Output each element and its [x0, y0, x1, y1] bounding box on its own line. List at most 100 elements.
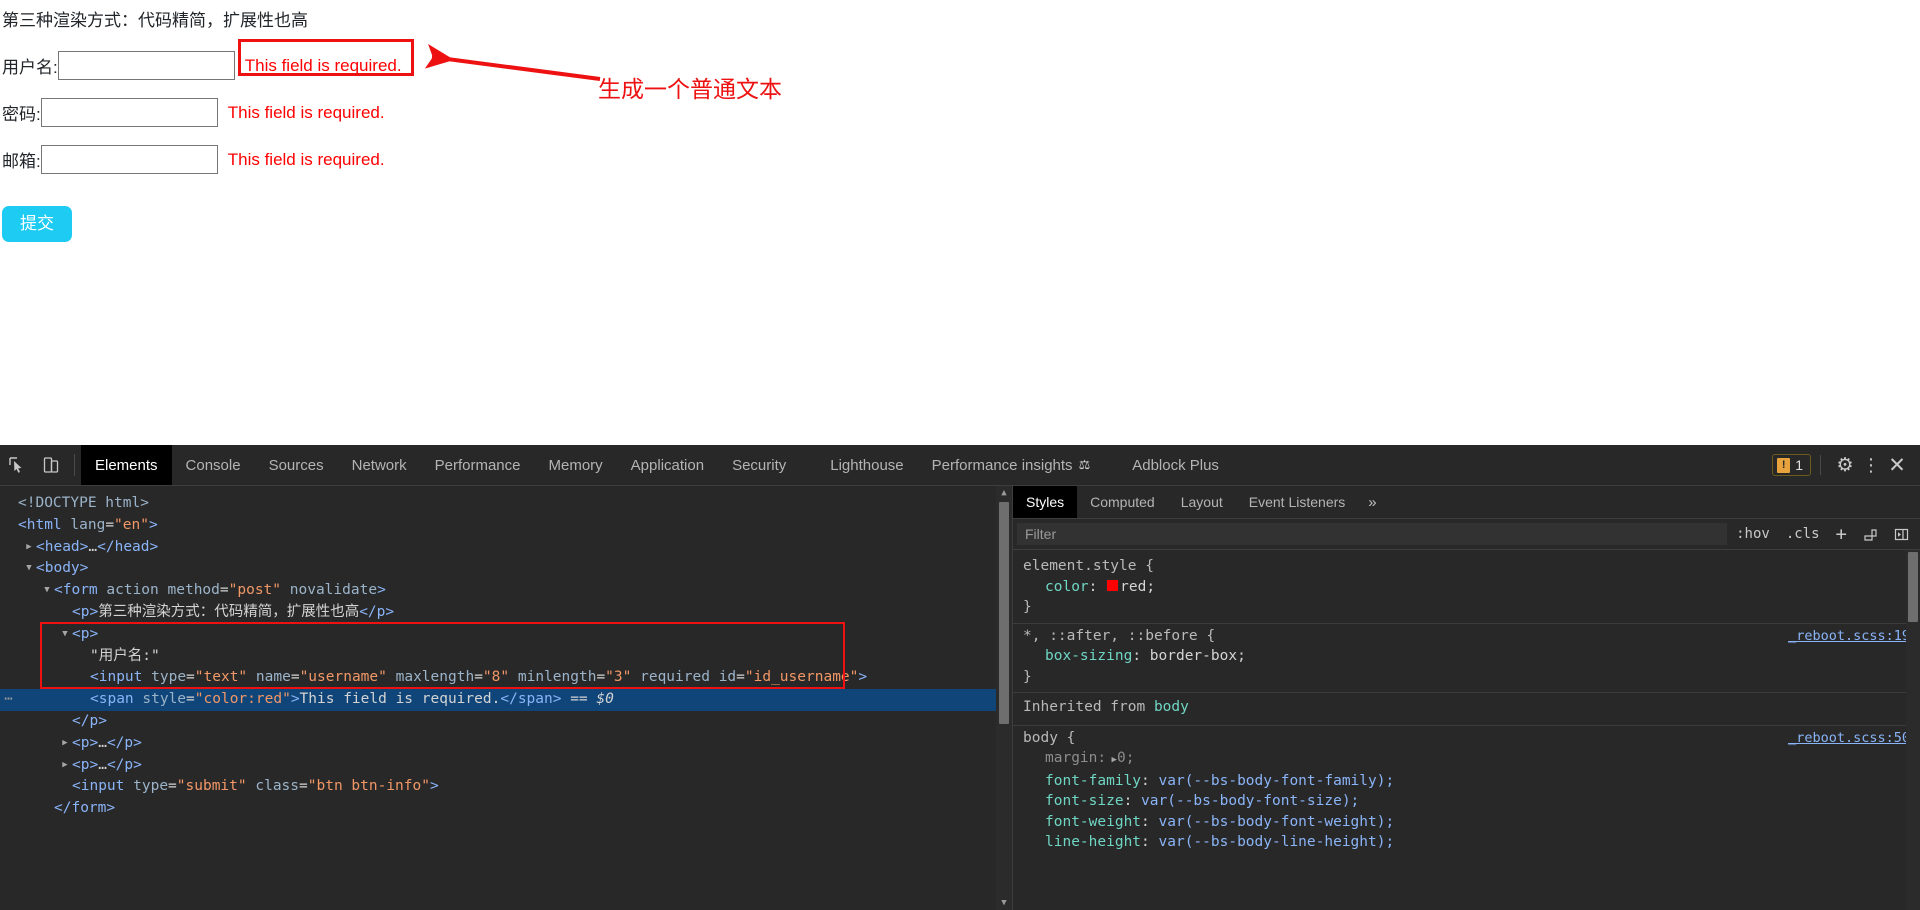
- tab-elements[interactable]: Elements: [81, 445, 172, 485]
- tab-performance-insights[interactable]: Performance insights ⚖: [918, 445, 1105, 485]
- dom-tree-node[interactable]: <p>第三种渲染方式：代码精简，扩展性也高</p>: [0, 602, 1012, 624]
- styles-tab-computed[interactable]: Computed: [1077, 486, 1168, 518]
- css-property-value[interactable]: red: [1120, 579, 1146, 595]
- css-property-name[interactable]: font-family: [1045, 773, 1141, 789]
- kebab-menu-icon[interactable]: ⋮: [1860, 455, 1882, 476]
- css-property-value[interactable]: var(--bs-body-font-family);: [1159, 773, 1395, 789]
- css-source-link[interactable]: _reboot.scss:19: [1788, 626, 1910, 647]
- css-rule-element-style[interactable]: element.style { color: red; }: [1013, 554, 1920, 620]
- computed-styles-sidebar-icon[interactable]: [1856, 527, 1885, 542]
- more-tabs-icon[interactable]: »: [1358, 486, 1386, 518]
- scroll-down-icon[interactable]: ▼: [996, 896, 1012, 910]
- css-rule-universal[interactable]: _reboot.scss:19 *, ::after, ::before { b…: [1013, 624, 1920, 690]
- dom-tree-node[interactable]: ▼ <body>: [0, 558, 1012, 580]
- dom-tree-node[interactable]: ▼ <form action method="post" novalidate>: [0, 580, 1012, 602]
- css-selector: element.style: [1023, 558, 1137, 574]
- tab-security[interactable]: Security: [718, 445, 800, 485]
- css-property-value[interactable]: var(--bs-body-font-weight);: [1159, 814, 1395, 830]
- css-property-value[interactable]: 0: [1117, 750, 1126, 766]
- warning-badge[interactable]: ! 1: [1772, 454, 1811, 476]
- device-toolbar-icon[interactable]: [34, 445, 68, 485]
- tab-lighthouse[interactable]: Lighthouse: [800, 445, 917, 485]
- cls-button[interactable]: .cls: [1779, 526, 1827, 542]
- styles-tab-event-listeners[interactable]: Event Listeners: [1236, 486, 1359, 518]
- tab-application[interactable]: Application: [617, 445, 718, 485]
- expand-node-icon[interactable]: ▶: [59, 755, 71, 777]
- new-style-rule-button[interactable]: +: [1829, 523, 1854, 545]
- css-property-name[interactable]: font-size: [1045, 793, 1124, 809]
- collapse-node-icon[interactable]: ▼: [59, 624, 71, 646]
- toolbar-divider: [74, 454, 75, 476]
- css-property-name[interactable]: font-weight: [1045, 814, 1141, 830]
- dom-tree-node[interactable]: ⋯ <span style="color:red">This field is r…: [0, 689, 1012, 711]
- input-username[interactable]: [57, 51, 235, 80]
- tab-network[interactable]: Network: [338, 445, 421, 485]
- expand-node-icon[interactable]: ▶: [23, 537, 35, 559]
- styles-scrollbar[interactable]: [1906, 550, 1920, 910]
- css-property-value[interactable]: var(--bs-body-line-height);: [1159, 834, 1395, 850]
- collapse-node-icon[interactable]: ▼: [41, 580, 53, 602]
- label-password: 密码:: [2, 105, 41, 124]
- devtools-panel: Elements Console Sources Network Perform…: [0, 445, 1920, 910]
- dom-tree-node[interactable]: ▼ <p>: [0, 624, 1012, 646]
- dom-tree-node[interactable]: "用户名:": [0, 646, 1012, 668]
- close-icon[interactable]: ✕: [1882, 453, 1912, 478]
- dom-tree-node[interactable]: </p>: [0, 711, 1012, 733]
- dom-tree-pane[interactable]: <!DOCTYPE html> <html lang="en"> ▶ <head>…<…: [0, 486, 1012, 910]
- dom-tree-node[interactable]: ▶ <p>…</p>: [0, 755, 1012, 777]
- tab-memory[interactable]: Memory: [535, 445, 617, 485]
- gear-icon[interactable]: ⚙: [1830, 454, 1860, 477]
- node-badge-icon[interactable]: ⋯: [0, 689, 18, 711]
- tab-console[interactable]: Console: [172, 445, 255, 485]
- scroll-up-icon[interactable]: ▲: [996, 486, 1012, 500]
- submit-button[interactable]: 提交: [2, 205, 72, 242]
- styles-rules-list: element.style { color: red; } _reboot.sc…: [1013, 550, 1920, 910]
- tab-label: Network: [351, 456, 407, 474]
- styles-filter-input[interactable]: [1017, 523, 1728, 545]
- dom-tree-node[interactable]: <input type="submit" class="btn btn-info…: [0, 776, 1012, 798]
- toolbar-divider-right: [1820, 455, 1821, 475]
- error-email: This field is required.: [227, 149, 385, 169]
- css-rule-body[interactable]: _reboot.scss:50 body { margin: ▶0; font-…: [1013, 726, 1920, 855]
- warning-count: 1: [1795, 457, 1803, 473]
- css-property-name[interactable]: margin: [1045, 750, 1097, 766]
- dom-tree-node[interactable]: </form>: [0, 798, 1012, 820]
- inherited-from-target[interactable]: body: [1154, 699, 1189, 715]
- color-swatch[interactable]: [1106, 578, 1120, 592]
- input-password[interactable]: [40, 98, 218, 127]
- expand-node-icon[interactable]: ▶: [59, 733, 71, 755]
- styles-tab-layout[interactable]: Layout: [1168, 486, 1236, 518]
- toggle-sidebar-icon[interactable]: [1887, 527, 1916, 542]
- dom-tree-node[interactable]: ▶ <p>…</p>: [0, 733, 1012, 755]
- hov-button[interactable]: :hov: [1729, 526, 1777, 542]
- styles-tab-styles[interactable]: Styles: [1013, 486, 1078, 518]
- tab-adblock-plus[interactable]: Adblock Plus: [1104, 445, 1233, 485]
- tab-label: Adblock Plus: [1132, 456, 1219, 474]
- tab-label: Security: [732, 456, 787, 474]
- annotation-label: 生成一个普通文本: [598, 76, 782, 102]
- dom-tree-scrollbar[interactable]: ▲ ▼: [996, 486, 1012, 910]
- dom-tree-node[interactable]: ▶ <head>…</head>: [0, 537, 1012, 559]
- tab-performance[interactable]: Performance: [421, 445, 535, 485]
- devtools-toolbar-right: ! 1 ⚙ ⋮ ✕: [1772, 445, 1920, 485]
- scroll-thumb[interactable]: [999, 502, 1009, 724]
- css-selector: *, ::after, ::before: [1023, 627, 1198, 644]
- tab-sources[interactable]: Sources: [255, 445, 338, 485]
- dom-tree-node[interactable]: <input type="text" name="username" maxle…: [0, 667, 1012, 689]
- css-selector: body: [1023, 729, 1058, 746]
- input-email[interactable]: [40, 145, 218, 174]
- css-source-link[interactable]: _reboot.scss:50: [1788, 728, 1910, 749]
- expand-margin-icon[interactable]: ▶: [1106, 755, 1117, 765]
- dom-tree-node[interactable]: <html lang="en">: [0, 515, 1012, 537]
- collapse-node-icon[interactable]: ▼: [23, 558, 35, 580]
- dom-tree-node[interactable]: <!DOCTYPE html>: [0, 493, 1012, 515]
- css-property-value[interactable]: border-box: [1150, 648, 1237, 664]
- css-property-name[interactable]: line-height: [1045, 834, 1141, 850]
- scroll-thumb[interactable]: [1908, 552, 1918, 622]
- tab-label: Memory: [548, 456, 603, 474]
- css-property-name[interactable]: color: [1045, 579, 1089, 595]
- inspect-element-icon[interactable]: [0, 445, 34, 485]
- css-property-name[interactable]: box-sizing: [1045, 648, 1132, 664]
- css-property-value[interactable]: var(--bs-body-font-size);: [1141, 793, 1359, 809]
- rendered-web-page: 第三种渲染方式：代码精简，扩展性也高 用户名: This field is re…: [0, 0, 1920, 445]
